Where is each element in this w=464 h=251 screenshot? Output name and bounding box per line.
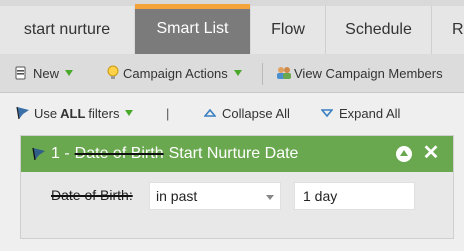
caret-down-icon — [65, 70, 74, 76]
tab-label: Schedule — [345, 21, 412, 38]
expand-label: Expand All — [339, 105, 401, 121]
tab-reports[interactable]: Re — [432, 6, 464, 54]
new-label: New — [33, 65, 60, 81]
use-all-filters-button[interactable]: Use ALL filters — [16, 94, 134, 132]
members-icon — [277, 67, 291, 79]
tab-bar: start nurture Smart List Flow Schedule R… — [0, 0, 464, 54]
filter-header[interactable]: 1 - Date of Birth Start Nurture Date ✕ — [21, 136, 453, 172]
toolbar-divider — [262, 63, 263, 85]
field-label: Date of Birth: — [51, 187, 133, 203]
filter-name: Start Nurture Date — [168, 145, 299, 162]
use-label: Use — [34, 105, 58, 121]
tab-schedule[interactable]: Schedule — [326, 6, 431, 54]
view-members-label: View Campaign Members — [294, 65, 443, 81]
expand-all-button[interactable]: Expand All — [321, 94, 400, 132]
smart-list-filter: 1 - Date of Birth Start Nurture Date ✕ D… — [20, 135, 454, 239]
value-input[interactable]: 1 day — [294, 182, 415, 210]
tab-smart-list[interactable]: Smart List — [135, 4, 250, 54]
view-campaign-members-button[interactable]: View Campaign Members — [276, 54, 443, 92]
lightbulb-icon — [107, 65, 119, 79]
expand-down-icon — [321, 109, 333, 118]
move-up-icon[interactable] — [396, 146, 412, 162]
tab-label: start nurture — [23, 21, 111, 38]
filter-old-name: Date of Birth — [74, 145, 164, 162]
filter-icon — [16, 106, 29, 120]
tab-label: Flow — [271, 21, 305, 38]
filters-label: filters — [88, 105, 120, 121]
filter-index: 1 - — [51, 145, 70, 162]
new-button[interactable]: New — [14, 54, 74, 92]
options-separator: | — [166, 105, 170, 121]
tab-label: Smart List — [156, 20, 229, 37]
collapse-all-button[interactable]: Collapse All — [204, 94, 290, 132]
new-document-icon — [15, 66, 26, 80]
caret-down-icon — [125, 110, 134, 116]
toolbar: New Campaign Actions View Campaign Membe… — [0, 54, 464, 93]
close-icon[interactable]: ✕ — [422, 143, 440, 163]
filter-icon — [32, 147, 45, 161]
filter-options-row: Use ALL filters | Collapse All Expand Al… — [0, 94, 464, 132]
tab-label: Re — [452, 21, 464, 38]
tab-start-nurture[interactable]: start nurture — [0, 6, 134, 54]
collapse-up-icon — [204, 108, 216, 117]
campaign-actions-button[interactable]: Campaign Actions — [106, 54, 242, 92]
campaign-actions-label: Campaign Actions — [123, 65, 228, 81]
all-label: ALL — [60, 105, 86, 121]
caret-down-icon — [233, 70, 242, 76]
collapse-label: Collapse All — [222, 105, 290, 121]
chevron-down-icon — [266, 195, 274, 200]
value-text: 1 day — [303, 188, 338, 204]
tab-flow[interactable]: Flow — [251, 6, 325, 54]
operator-value: in past — [156, 188, 198, 204]
operator-select[interactable]: in past — [149, 182, 281, 210]
